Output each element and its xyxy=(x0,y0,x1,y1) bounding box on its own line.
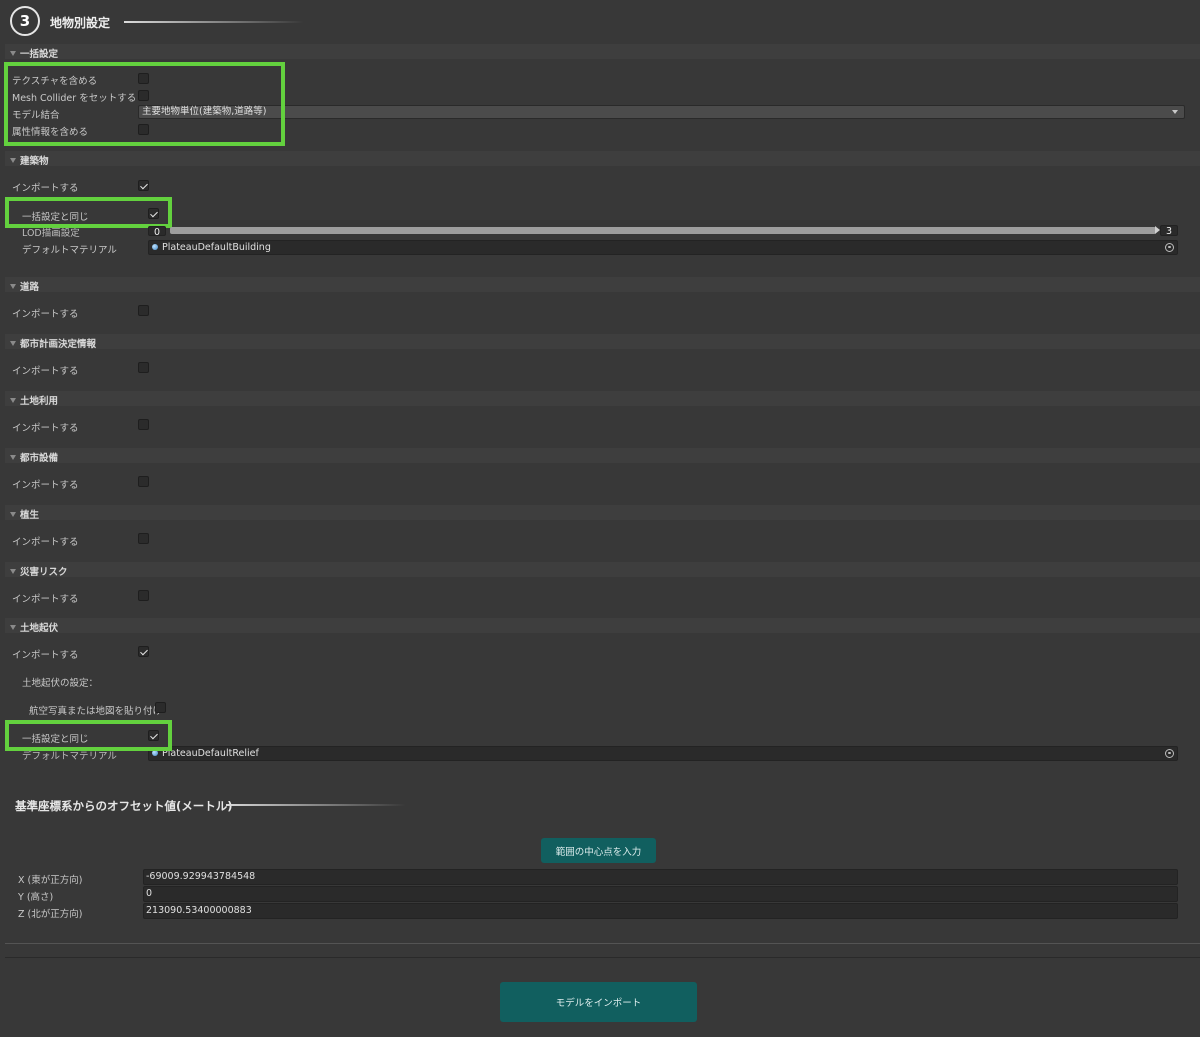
material-icon xyxy=(152,244,158,250)
lod-range-slider[interactable] xyxy=(170,227,1156,234)
section-title-building[interactable]: 建築物 xyxy=(10,153,49,167)
section-title-text: 土地起伏 xyxy=(20,623,59,634)
land-use-import-label: インポートする xyxy=(12,423,79,434)
foldout-arrow-icon xyxy=(10,51,16,56)
section-header-vegetation[interactable] xyxy=(5,505,1200,520)
relief-settings-label: 土地起伏の設定： xyxy=(22,678,99,689)
offset-z-field[interactable]: 213090.53400000883 xyxy=(143,903,1178,919)
relief-same-as-bulk-checkbox[interactable] xyxy=(148,730,159,741)
building-same-as-bulk-checkbox-front[interactable] xyxy=(148,208,159,219)
offset-x-field[interactable]: -69009.929943784548 xyxy=(143,869,1178,885)
section-header-disaster-risk[interactable] xyxy=(5,562,1200,577)
section-title-bulk[interactable]: 一括設定 xyxy=(10,46,58,60)
building-material-value: PlateauDefaultBuilding xyxy=(162,242,271,253)
section-header-city-facilities[interactable] xyxy=(5,448,1200,463)
foldout-arrow-icon xyxy=(10,625,16,630)
foldout-arrow-icon xyxy=(10,158,16,163)
building-material-label: デフォルトマテリアル xyxy=(22,245,117,256)
relief-same-as-bulk-label: 一括設定と同じ xyxy=(22,734,89,745)
land-use-import-checkbox[interactable] xyxy=(138,419,149,430)
chevron-down-icon xyxy=(1172,110,1178,114)
city-facilities-import-label: インポートする xyxy=(12,480,79,491)
disaster-risk-import-checkbox[interactable] xyxy=(138,590,149,601)
relief-material-field[interactable]: PlateauDefaultRelief xyxy=(148,746,1178,761)
page-title: 地物別設定 xyxy=(50,16,111,30)
aerial-photo-checkbox[interactable] xyxy=(155,702,166,713)
section-title-text: 災害リスク xyxy=(20,567,68,578)
lod-max-field[interactable]: 3 xyxy=(1160,225,1178,237)
foldout-arrow-icon xyxy=(10,341,16,346)
section-header-relief[interactable] xyxy=(5,618,1200,633)
building-import-checkbox[interactable] xyxy=(138,180,149,191)
section-title-text: 道路 xyxy=(20,282,40,293)
section-title-text: 都市設備 xyxy=(20,453,59,464)
section-header-bulk[interactable] xyxy=(5,44,1200,59)
object-picker-icon[interactable] xyxy=(1165,242,1174,252)
road-import-checkbox[interactable] xyxy=(138,305,149,316)
building-import-label: インポートする xyxy=(12,183,79,194)
offset-x-label: X (東が正方向) xyxy=(18,875,83,886)
section-header-road[interactable] xyxy=(5,277,1200,292)
model-merge-dropdown[interactable]: 主要地物単位(建築物,道路等) xyxy=(138,105,1185,119)
building-material-field[interactable]: PlateauDefaultBuilding xyxy=(148,240,1178,255)
relief-import-checkbox[interactable] xyxy=(138,646,149,657)
section-title-text: 一括設定 xyxy=(20,49,59,60)
offset-title: 基準座標系からのオフセット値(メートル) xyxy=(15,799,233,813)
section-title-vegetation[interactable]: 植生 xyxy=(10,507,39,521)
relief-import-label: インポートする xyxy=(12,650,79,661)
section-title-text: 植生 xyxy=(20,510,40,521)
vegetation-import-label: インポートする xyxy=(12,537,79,548)
lod-min-field[interactable]: 0 xyxy=(148,226,166,238)
input-center-point-button[interactable]: 範囲の中心点を入力 xyxy=(541,838,656,863)
offset-y-field[interactable]: 0 xyxy=(143,886,1178,902)
foldout-arrow-icon xyxy=(10,569,16,574)
object-picker-icon[interactable] xyxy=(1165,748,1174,758)
header-divider xyxy=(124,21,304,23)
section-title-text: 土地利用 xyxy=(20,396,59,407)
section-header-land-use[interactable] xyxy=(5,391,1200,406)
building-same-as-bulk-label-front: 一括設定と同じ xyxy=(22,212,89,223)
foldout-arrow-icon xyxy=(10,512,16,517)
footer-divider-bottom xyxy=(5,957,1200,958)
import-model-button[interactable]: モデルをインポート xyxy=(500,982,697,1022)
section-title-text: 建築物 xyxy=(20,156,49,167)
highlight-box-bulk xyxy=(4,62,285,146)
urban-planning-import-checkbox[interactable] xyxy=(138,362,149,373)
offset-y-label: Y (高さ) xyxy=(18,892,54,903)
footer-divider-top xyxy=(5,943,1200,944)
foldout-arrow-icon xyxy=(10,398,16,403)
offset-divider xyxy=(226,804,406,806)
section-title-road[interactable]: 道路 xyxy=(10,279,39,293)
foldout-arrow-icon xyxy=(10,455,16,460)
step-number-badge: 3 xyxy=(10,6,40,36)
disaster-risk-import-label: インポートする xyxy=(12,594,79,605)
section-title-disaster-risk[interactable]: 災害リスク xyxy=(10,564,68,578)
vegetation-import-checkbox[interactable] xyxy=(138,533,149,544)
foldout-arrow-icon xyxy=(10,284,16,289)
relief-material-value: PlateauDefaultRelief xyxy=(162,748,259,759)
section-title-city-facilities[interactable]: 都市設備 xyxy=(10,450,58,464)
road-import-label: インポートする xyxy=(12,309,79,320)
section-title-relief[interactable]: 土地起伏 xyxy=(10,620,58,634)
section-header-urban-planning[interactable] xyxy=(5,334,1200,349)
urban-planning-import-label: インポートする xyxy=(12,366,79,377)
section-title-urban-planning[interactable]: 都市計画決定情報 xyxy=(10,336,96,350)
city-facilities-import-checkbox[interactable] xyxy=(138,476,149,487)
section-header-building[interactable] xyxy=(5,151,1200,166)
section-title-text: 都市計画決定情報 xyxy=(20,339,97,350)
aerial-photo-label: 航空写真または地図を貼り付け xyxy=(29,706,163,717)
offset-z-label: Z (北が正方向) xyxy=(18,909,83,920)
section-title-land-use[interactable]: 土地利用 xyxy=(10,393,58,407)
